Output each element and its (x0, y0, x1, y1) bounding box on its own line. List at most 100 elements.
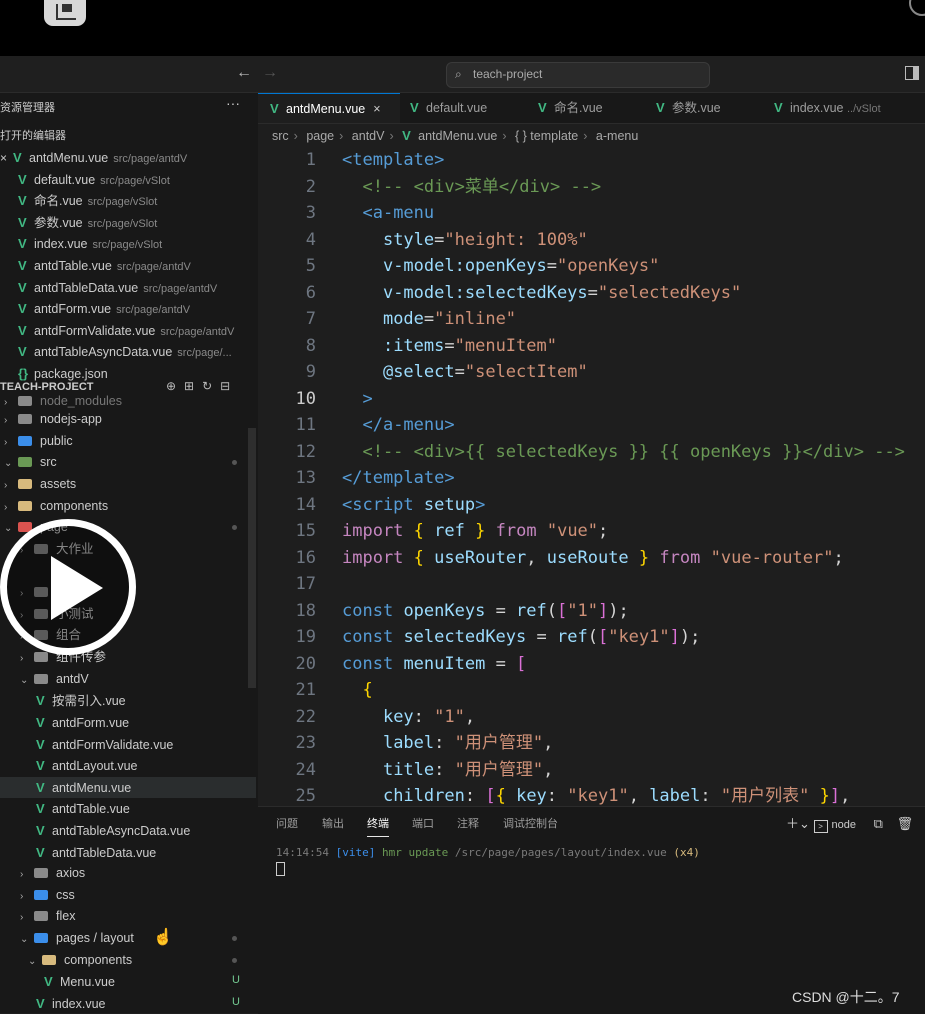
tree-folder[interactable]: ⌄ components (0, 950, 256, 971)
code-line[interactable]: 8 :items="menuItem" (258, 333, 557, 360)
code-line[interactable]: 2 <!-- <div>菜单</div> --> (258, 174, 601, 201)
split-terminal-icon[interactable]: ⧉ (874, 816, 883, 831)
tree-folder[interactable]: ⌄ pages / layout (0, 928, 256, 949)
breadcrumb-item[interactable]: src (272, 129, 289, 143)
chevron-right-icon[interactable]: › (4, 497, 12, 518)
panel-tab-output[interactable]: 输出 (322, 815, 344, 831)
forward-arrow-icon[interactable]: → (262, 64, 278, 82)
chevron-right-icon[interactable]: › (4, 475, 12, 496)
code-line[interactable]: 14 <script setup> (258, 492, 486, 519)
tree-folder[interactable]: › css (0, 885, 256, 906)
code-line[interactable]: 4 style="height: 100%" (258, 227, 588, 254)
tree-folder[interactable]: › assets (0, 474, 256, 495)
code-line[interactable]: 19 const selectedKeys = ref(["key1"]); (258, 624, 701, 651)
tab-index[interactable]: Vindex.vue ../vSlot (774, 93, 881, 123)
code-line[interactable]: 7 mode="inline" (258, 306, 516, 333)
code-line[interactable]: 17 (258, 571, 342, 598)
play-button[interactable] (0, 519, 136, 655)
tab-mingming[interactable]: V 命名.vue (538, 93, 603, 123)
code-line[interactable]: 12 <!-- <div>{{ selectedKeys }} {{ openK… (258, 439, 905, 466)
tree-file[interactable]: V Menu.vue (0, 971, 256, 992)
open-editor-item[interactable]: VantdFormValidate.vue src/page/antdV (0, 320, 234, 341)
code-line[interactable]: 21 { (258, 677, 373, 704)
tree-folder[interactable]: › components (0, 496, 256, 517)
toggle-secondary-sidebar-icon[interactable] (905, 66, 919, 80)
breadcrumb-item[interactable]: antdMenu.vue (418, 129, 497, 143)
code-line[interactable]: 22 key: "1", (258, 704, 476, 731)
tree-folder[interactable]: › flex (0, 906, 256, 927)
tree-file[interactable]: VantdFormValidate.vue (0, 734, 256, 755)
tree-file[interactable]: VantdForm.vue (0, 712, 256, 733)
round-control-icon[interactable] (909, 0, 925, 16)
open-editor-item[interactable]: V 命名.vue src/page/vSlot (0, 190, 157, 211)
add-terminal-icon[interactable]: ＋⌄ (786, 816, 810, 831)
tree-file[interactable]: VantdMenu.vue (0, 777, 256, 798)
panel-tab-comments[interactable]: 注释 (457, 815, 479, 831)
code-line[interactable]: 13 </template> (258, 465, 455, 492)
tab-default[interactable]: Vdefault.vue (410, 93, 487, 123)
code-line[interactable]: 24 title: "用户管理", (258, 757, 554, 784)
chevron-right-icon[interactable]: › (20, 864, 28, 885)
chevron-down-icon[interactable]: ⌄ (4, 518, 12, 539)
panel-tab-terminal[interactable]: 终端 (367, 815, 389, 837)
breadcrumb-item[interactable]: page (306, 129, 334, 143)
panel-tab-problems[interactable]: 问题 (276, 815, 298, 831)
code-line[interactable]: 18 const openKeys = ref(["1"]); (258, 598, 629, 625)
panel-tab-ports[interactable]: 端口 (412, 815, 434, 831)
close-tab-icon[interactable]: × (373, 102, 380, 116)
code-line[interactable]: 25 children: [{ key: "key1", label: "用户列… (258, 783, 851, 805)
command-center[interactable]: ⌕ teach-project (446, 62, 710, 88)
code-line[interactable]: 15 import { ref } from "vue"; (258, 518, 609, 545)
code-line[interactable]: 3 <a-menu (258, 200, 434, 227)
breadcrumb-item[interactable]: antdV (352, 129, 385, 143)
open-editor-item[interactable]: Vdefault.vue src/page/vSlot (0, 169, 170, 190)
tree-folder[interactable]: ⌄ src (0, 452, 256, 473)
tree-folder[interactable]: › public (0, 431, 256, 452)
code-line[interactable]: 16 import { useRouter, useRoute } from "v… (258, 545, 844, 572)
close-editor-icon[interactable]: × (0, 151, 7, 165)
tree-file[interactable]: Vindex.vue (0, 993, 256, 1013)
pip-icon[interactable] (44, 0, 86, 26)
breadcrumb-item[interactable]: { } template (515, 129, 578, 143)
chevron-down-icon[interactable]: ⌄ (20, 670, 28, 691)
code-line[interactable]: 10 > (258, 386, 373, 413)
trash-icon[interactable]: 🗑 (897, 816, 914, 831)
code-line[interactable]: 20 const menuItem = [ (258, 651, 527, 678)
chevron-right-icon[interactable]: › (20, 648, 28, 669)
open-editor-item[interactable]: VantdTableAsyncData.vue src/page/... (0, 341, 232, 362)
chevron-down-icon[interactable]: ⌄ (28, 951, 36, 972)
open-editor-item[interactable]: V 参数.vue src/page/vSlot (0, 212, 157, 233)
tab-antdmenu[interactable]: VantdMenu.vue × (258, 93, 400, 123)
tree-folder[interactable]: › nodejs-app (0, 409, 256, 430)
code-line[interactable]: 1 <template> (258, 147, 445, 174)
code-line[interactable]: 23 label: "用户管理", (258, 730, 554, 757)
open-editor-item[interactable]: VantdTable.vue src/page/antdV (0, 255, 191, 276)
chevron-right-icon[interactable]: › (20, 886, 28, 907)
code-line[interactable]: 6 v-model:selectedKeys="selectedKeys" (258, 280, 741, 307)
terminal-name[interactable]: node (832, 819, 856, 831)
tree-file[interactable]: VantdTable.vue (0, 798, 256, 819)
tree-folder[interactable]: › 组件传参 (0, 647, 256, 668)
sidebar-scrollbar[interactable] (248, 428, 256, 688)
tree-file[interactable]: VantdTableAsyncData.vue (0, 820, 256, 841)
tree-folder[interactable]: ⌄ antdV (0, 669, 256, 690)
chevron-right-icon[interactable]: › (20, 907, 28, 928)
open-editor-item[interactable]: VantdTableData.vue src/page/antdV (0, 277, 217, 298)
tree-file[interactable]: V 按需引入.vue (0, 690, 256, 711)
more-actions-icon[interactable]: ··· (226, 95, 240, 111)
open-editor-item[interactable]: × VantdMenu.vue src/page/antdV (0, 147, 187, 168)
code-line[interactable]: 11 </a-menu> (258, 412, 455, 439)
code-editor[interactable]: 1 <template> 2 <!-- <div>菜单</div> --> 3 <a-… (258, 147, 925, 805)
open-editor-item[interactable]: VantdForm.vue src/page/antdV (0, 298, 190, 319)
chevron-right-icon[interactable]: › (4, 432, 12, 453)
code-line[interactable]: 5 v-model:openKeys="openKeys" (258, 253, 660, 280)
panel-tab-debug-console[interactable]: 调试控制台 (503, 815, 558, 831)
back-arrow-icon[interactable]: ← (236, 64, 252, 82)
chevron-down-icon[interactable]: ⌄ (20, 929, 28, 950)
chevron-right-icon[interactable]: › (4, 410, 12, 431)
tree-folder[interactable]: › axios (0, 863, 256, 884)
tree-file[interactable]: VantdTableData.vue (0, 842, 256, 863)
chevron-down-icon[interactable]: ⌄ (4, 453, 12, 474)
breadcrumb-item[interactable]: a-menu (596, 129, 638, 143)
tab-canshu[interactable]: V 参数.vue (656, 93, 721, 123)
